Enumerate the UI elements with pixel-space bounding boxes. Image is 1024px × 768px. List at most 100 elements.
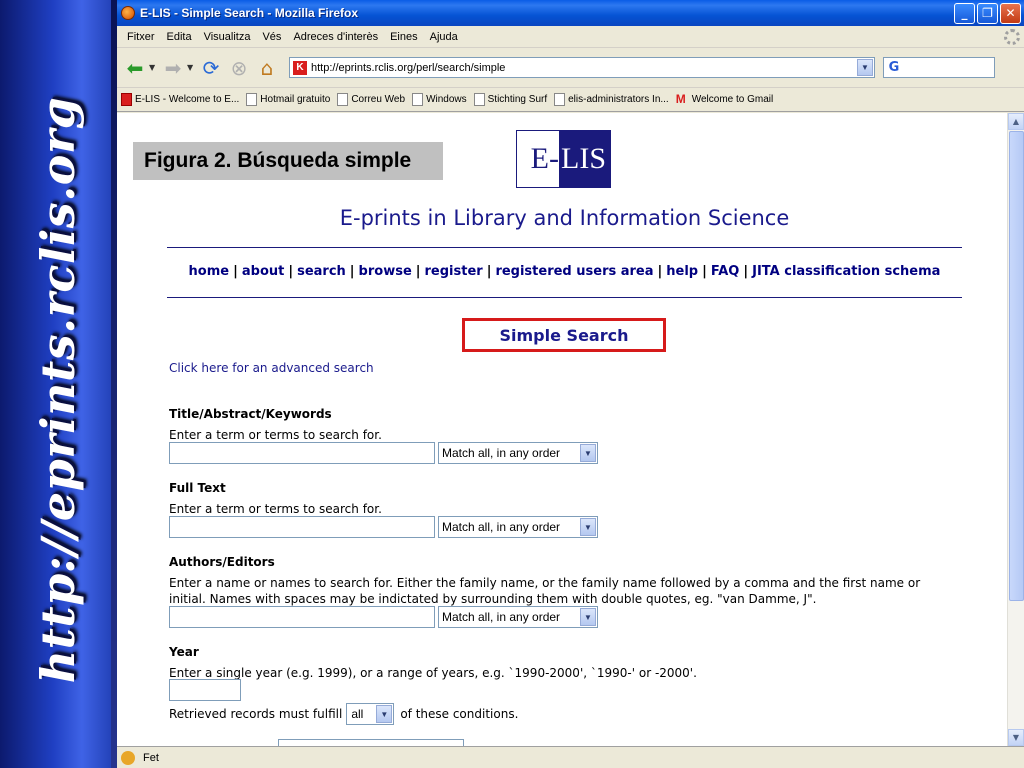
page-icon (246, 93, 258, 106)
title-search-input[interactable] (169, 442, 435, 464)
scroll-up-icon[interactable]: ▲ (1008, 113, 1024, 130)
advanced-search-link[interactable]: Click here for an advanced search (169, 361, 374, 375)
nav-separator: | (288, 264, 294, 279)
search-engine-box[interactable]: G (883, 57, 995, 78)
nav-jita[interactable]: JITA classification schema (752, 264, 940, 279)
title-bar: E-LIS - Simple Search - Mozilla Firefox … (117, 0, 1024, 26)
elis-logo[interactable]: E- LIS (516, 130, 611, 188)
conditions-select[interactable]: all ▼ (346, 703, 395, 725)
chevron-down-icon[interactable]: ▼ (376, 705, 393, 723)
bookmark-windows[interactable]: Windows (412, 93, 467, 106)
bookmark-label: E-LIS - Welcome to E... (135, 94, 240, 105)
conditions-prefix: Retrieved records must fulfill (169, 707, 343, 721)
nav-home[interactable]: home (189, 264, 230, 279)
vertical-scrollbar[interactable]: ▲ ▼ (1007, 113, 1024, 746)
bookmark-label: Windows (426, 94, 467, 105)
vertical-url-text: http://eprints.rclis.org (31, 96, 85, 684)
scroll-down-icon[interactable]: ▼ (1008, 729, 1024, 746)
nav-search[interactable]: search (297, 264, 346, 279)
elis-favicon-icon (121, 93, 132, 106)
fulltext-match-select[interactable]: Match all, in any order ▼ (438, 516, 598, 538)
authors-search-input[interactable] (169, 606, 435, 628)
menu-eines[interactable]: Eines (384, 31, 424, 43)
chevron-down-icon[interactable]: ▼ (580, 608, 596, 626)
menu-ves[interactable]: Vés (256, 31, 287, 43)
minimize-button[interactable]: _ (954, 2, 975, 24)
stop-icon[interactable]: ⊗ (225, 54, 253, 82)
status-text: Fet (143, 751, 159, 764)
nav-separator: | (743, 264, 749, 279)
back-dropdown-icon[interactable]: ▼ (149, 63, 159, 72)
forward-dropdown-icon[interactable]: ▼ (187, 63, 197, 72)
page-heading: Simple Search (499, 325, 629, 345)
url-input[interactable] (311, 61, 857, 74)
window-title: E-LIS - Simple Search - Mozilla Firefox (140, 6, 359, 20)
select-value: Match all, in any order (442, 610, 561, 624)
nav-register[interactable]: register (425, 264, 483, 279)
authors-field-help: Enter a name or names to search for. Eit… (169, 576, 921, 606)
nav-about[interactable]: about (242, 264, 284, 279)
divider-top (167, 247, 962, 248)
bookmark-elis[interactable]: E-LIS - Welcome to E... (121, 93, 239, 106)
select-value: all (351, 707, 364, 721)
partially-visible-select[interactable] (278, 739, 464, 746)
nav-separator: | (702, 264, 707, 279)
url-dropdown-icon[interactable]: ▼ (857, 59, 873, 76)
bookmark-surf[interactable]: Stichting Surf (473, 93, 548, 106)
nav-help[interactable]: help (666, 264, 698, 279)
bookmark-label: Welcome to Gmail (691, 94, 774, 105)
title-field-label: Title/Abstract/Keywords (169, 407, 332, 421)
fulltext-search-input[interactable] (169, 516, 435, 538)
chevron-down-icon[interactable]: ▼ (580, 444, 596, 462)
figure-caption: Figura 2. Búsqueda simple (133, 142, 443, 180)
close-button[interactable]: ✕ (1000, 2, 1021, 24)
bookmark-label: Hotmail gratuito (260, 94, 331, 105)
fulltext-field-help: Enter a term or terms to search for. (169, 502, 382, 516)
slide-side-banner: http://eprints.rclis.org (0, 0, 117, 768)
navigation-toolbar: ⬅ ▼ ➡ ▼ ⟳ ⊗ ⌂ K ▼ G (117, 48, 1024, 88)
url-bar[interactable]: K ▼ (289, 57, 875, 78)
window-controls: _ ❐ ✕ (954, 2, 1024, 24)
site-nav: home | about | search | browse | register | regist… (167, 264, 962, 279)
logo-left-text: E- (517, 131, 559, 187)
menu-adreces[interactable]: Adreces d'interès (287, 31, 384, 43)
bookmark-hotmail[interactable]: Hotmail gratuito (246, 93, 330, 106)
nav-separator: | (415, 264, 421, 279)
status-bar: Fet (117, 746, 1024, 768)
page-icon (337, 93, 349, 106)
forward-icon[interactable]: ➡ (159, 54, 187, 82)
year-input[interactable] (169, 679, 241, 701)
title-match-select[interactable]: Match all, in any order ▼ (438, 442, 598, 464)
logo-right-text: LIS (559, 131, 610, 187)
reload-icon[interactable]: ⟳ (197, 54, 225, 82)
google-icon[interactable]: G (884, 60, 904, 75)
throbber-icon (1004, 29, 1020, 45)
menu-fitxer[interactable]: Fitxer (121, 31, 161, 43)
back-icon[interactable]: ⬅ (121, 54, 149, 82)
page-icon (473, 93, 485, 106)
menu-edita[interactable]: Edita (161, 31, 198, 43)
nav-browse[interactable]: browse (359, 264, 412, 279)
bookmarks-toolbar: E-LIS - Welcome to E... Hotmail gratuito… (117, 88, 1024, 112)
select-value: Match all, in any order (442, 520, 561, 534)
nav-separator: | (657, 264, 663, 279)
nav-registered-users-area[interactable]: registered users area (495, 264, 653, 279)
nav-faq[interactable]: FAQ (711, 264, 740, 279)
bookmark-gmail[interactable]: M Welcome to Gmail (676, 93, 774, 106)
bookmark-correu[interactable]: Correu Web (337, 93, 405, 106)
bookmark-label: Stichting Surf (487, 94, 548, 105)
home-icon[interactable]: ⌂ (253, 54, 281, 82)
year-field-label: Year (169, 645, 199, 659)
bookmark-elis-admins[interactable]: elis-administrators In... (554, 93, 669, 106)
scroll-thumb[interactable] (1009, 131, 1024, 601)
menu-bar: Fitxer Edita Visualitza Vés Adreces d'in… (117, 26, 1024, 48)
bookmark-label: elis-administrators In... (568, 94, 669, 105)
menu-ajuda[interactable]: Ajuda (424, 31, 464, 43)
page-icon (554, 93, 566, 106)
title-field-help: Enter a term or terms to search for. (169, 428, 382, 442)
chevron-down-icon[interactable]: ▼ (580, 518, 596, 536)
menu-visualitza[interactable]: Visualitza (198, 31, 257, 43)
site-title: E-prints in Library and Information Scie… (339, 206, 790, 230)
restore-button[interactable]: ❐ (977, 2, 998, 24)
authors-match-select[interactable]: Match all, in any order ▼ (438, 606, 598, 628)
